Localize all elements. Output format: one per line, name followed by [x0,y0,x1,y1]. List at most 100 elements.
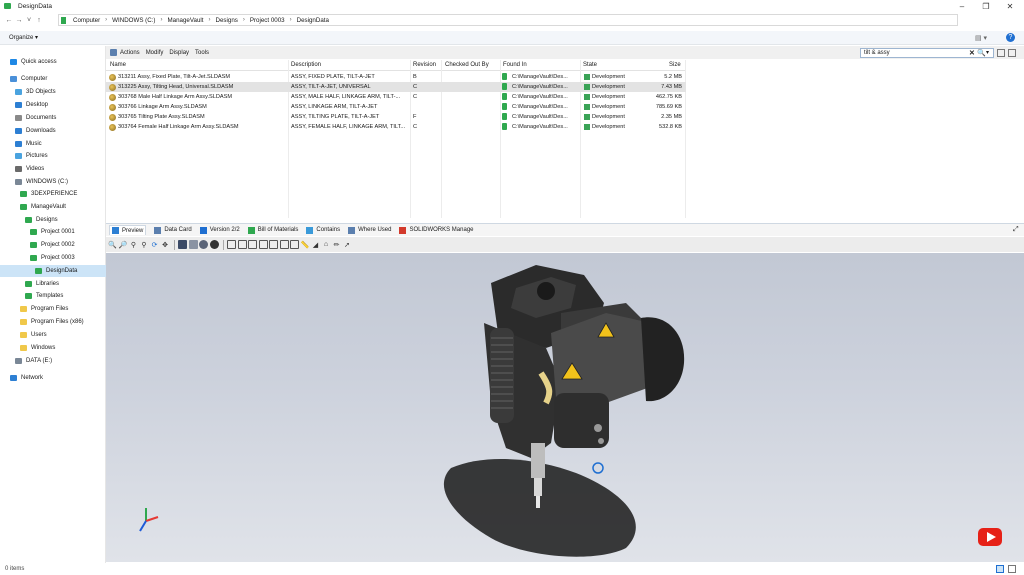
tab-data-card[interactable]: Data Card [154,226,192,234]
view-isometric-icon[interactable] [290,240,299,249]
tab-version[interactable]: Version 2/2 [199,226,240,234]
sidebar-item[interactable]: Designs [0,214,106,226]
breadcrumb-item[interactable]: WINDOWS (C:) [112,17,155,24]
sidebar-item[interactable]: WINDOWS (C:) [0,176,106,188]
organize-button[interactable]: Organize ▾ [9,34,38,41]
tab-manage[interactable]: SOLIDWORKS Manage [399,226,474,234]
sidebar-item[interactable]: Libraries [0,278,106,290]
search-options-icon[interactable] [997,49,1005,57]
sidebar-item[interactable]: Pictures [0,150,106,162]
chevron-right-icon[interactable]: › [160,17,162,23]
measure-icon[interactable]: 📏 [301,240,310,249]
table-row[interactable]: 303768 Male Half Linkage Arm Assy.SLDASM… [106,92,686,102]
tab-bom[interactable]: Bill of Materials [247,226,298,234]
column-header-checked-out-by[interactable]: Checked Out By [445,62,489,68]
view-bottom-icon[interactable] [279,240,289,249]
column-header-revision[interactable]: Revision [413,62,436,68]
view-left-icon[interactable] [248,240,257,249]
search-dropdown-icon[interactable]: ▾ [986,49,989,56]
sidebar-item[interactable]: Quick access [0,56,106,68]
view-options-icon[interactable]: ▤ ▾ [975,34,987,42]
section-icon[interactable]: ◢ [311,240,320,249]
view-back-icon[interactable] [237,240,247,249]
zoom-fit-icon[interactable]: ⚲ [129,240,138,249]
sidebar-item[interactable]: Videos [0,163,106,175]
column-header-state[interactable]: State [583,62,597,68]
clear-search-icon[interactable]: ✕ [969,49,975,57]
zoom-area-icon[interactable]: 🔎 [119,240,128,249]
search-input[interactable]: tilt & assy ✕ 🔍 ▾ [860,48,994,58]
table-row[interactable]: 303764 Female Half Linkage Arm Assy.SLDA… [106,122,686,132]
menu-actions[interactable]: Actions [120,50,140,56]
sidebar-item[interactable]: Downloads [0,125,106,137]
chevron-right-icon[interactable]: › [105,17,107,23]
details-view-icon[interactable] [996,565,1004,573]
forward-arrow-icon[interactable]: → [14,17,24,24]
sidebar-item[interactable]: Desktop [0,99,106,111]
up-arrow-icon[interactable]: ↑ [34,17,44,24]
table-row[interactable]: 313211 Assy, Fixed Plate, Tilt-A-Jet.SLD… [106,72,686,82]
sidebar-item[interactable]: DesignData [0,265,106,277]
markup-pen-icon[interactable]: ✏ [332,240,341,249]
menu-tools[interactable]: Tools [195,50,209,56]
large-icons-view-icon[interactable] [1008,565,1016,573]
sidebar-item[interactable]: Documents [0,112,106,124]
recent-dropdown-icon[interactable]: ˅ [24,17,34,24]
search-icon[interactable]: 🔍 [977,49,986,57]
tab-where-used[interactable]: Where Used [348,226,391,234]
table-row[interactable]: 303765 Tilting Plate Assy.SLDASM ASSY, TI… [106,112,686,122]
breadcrumb-item[interactable]: Computer [73,17,100,24]
column-header-description[interactable]: Description [291,62,321,68]
minimize-button[interactable]: – [950,0,974,12]
explode-icon[interactable]: ➚ [343,240,352,249]
view-right-icon[interactable] [258,240,268,249]
sidebar-item[interactable]: Project 0003 [0,252,106,264]
menu-modify[interactable]: Modify [146,50,164,56]
home-view-icon[interactable]: ⌂ [322,240,331,249]
rotate-icon[interactable]: ⟳ [150,240,159,249]
zoom-in-icon[interactable]: 🔍 [108,240,117,249]
sidebar-item[interactable]: ManageVault [0,201,106,213]
sidebar-item[interactable]: 3D Objects [0,86,106,98]
view-top-icon[interactable] [269,240,278,249]
breadcrumb-item[interactable]: ManageVault [167,17,203,24]
pan-icon[interactable]: ✥ [161,240,170,249]
sidebar-item[interactable]: Windows [0,342,106,354]
tab-contains[interactable]: Contains [306,226,340,234]
shaded-icon[interactable] [188,240,198,249]
column-header-name[interactable]: Name [110,62,126,68]
table-row[interactable]: 313225 Assy, Tilting Head, Universal.SLD… [106,82,686,92]
chevron-right-icon[interactable]: › [209,17,211,23]
chevron-right-icon[interactable]: › [290,17,292,23]
sidebar-item[interactable]: Users [0,329,106,341]
expand-icon[interactable]: ⤢ [1013,226,1019,234]
search-settings-icon[interactable] [1008,49,1016,57]
sidebar-item[interactable]: Templates [0,290,106,302]
sidebar-item[interactable]: Project 0002 [0,239,106,251]
breadcrumb-item[interactable]: DesignData [297,17,329,24]
column-header-size[interactable]: Size [669,62,681,68]
sidebar-item[interactable]: 3DEXPERIENCE [0,188,106,200]
column-header-found-in[interactable]: Found In [503,62,527,68]
wireframe-icon[interactable] [209,240,219,249]
sidebar-item[interactable]: Program Files [0,303,106,315]
shaded-edges-icon[interactable] [178,240,187,249]
table-row[interactable]: 303766 Linkage Arm Assy.SLDASM ASSY, LINK… [106,102,686,112]
sidebar-item[interactable]: Project 0001 [0,226,106,238]
close-button[interactable]: ✕ [998,0,1022,12]
tab-preview[interactable]: Preview [109,225,147,235]
menu-display[interactable]: Display [169,50,189,56]
hidden-lines-icon[interactable] [199,240,208,249]
sidebar-item[interactable]: DATA (E:) [0,355,106,367]
breadcrumb-item[interactable]: Project 0003 [250,17,285,24]
sidebar-item[interactable]: Music [0,138,106,150]
3d-preview-viewport[interactable] [106,253,1024,562]
view-front-icon[interactable] [227,240,236,249]
back-arrow-icon[interactable]: ← [4,17,14,24]
zoom-out-icon[interactable]: ⚲ [140,240,149,249]
chevron-right-icon[interactable]: › [243,17,245,23]
help-icon[interactable]: ? [1006,33,1015,42]
address-box[interactable]: Computer › WINDOWS (C:) › ManageVault › Design… [58,14,958,26]
breadcrumb-item[interactable]: Designs [216,17,238,24]
sidebar-item[interactable]: Computer [0,73,106,85]
